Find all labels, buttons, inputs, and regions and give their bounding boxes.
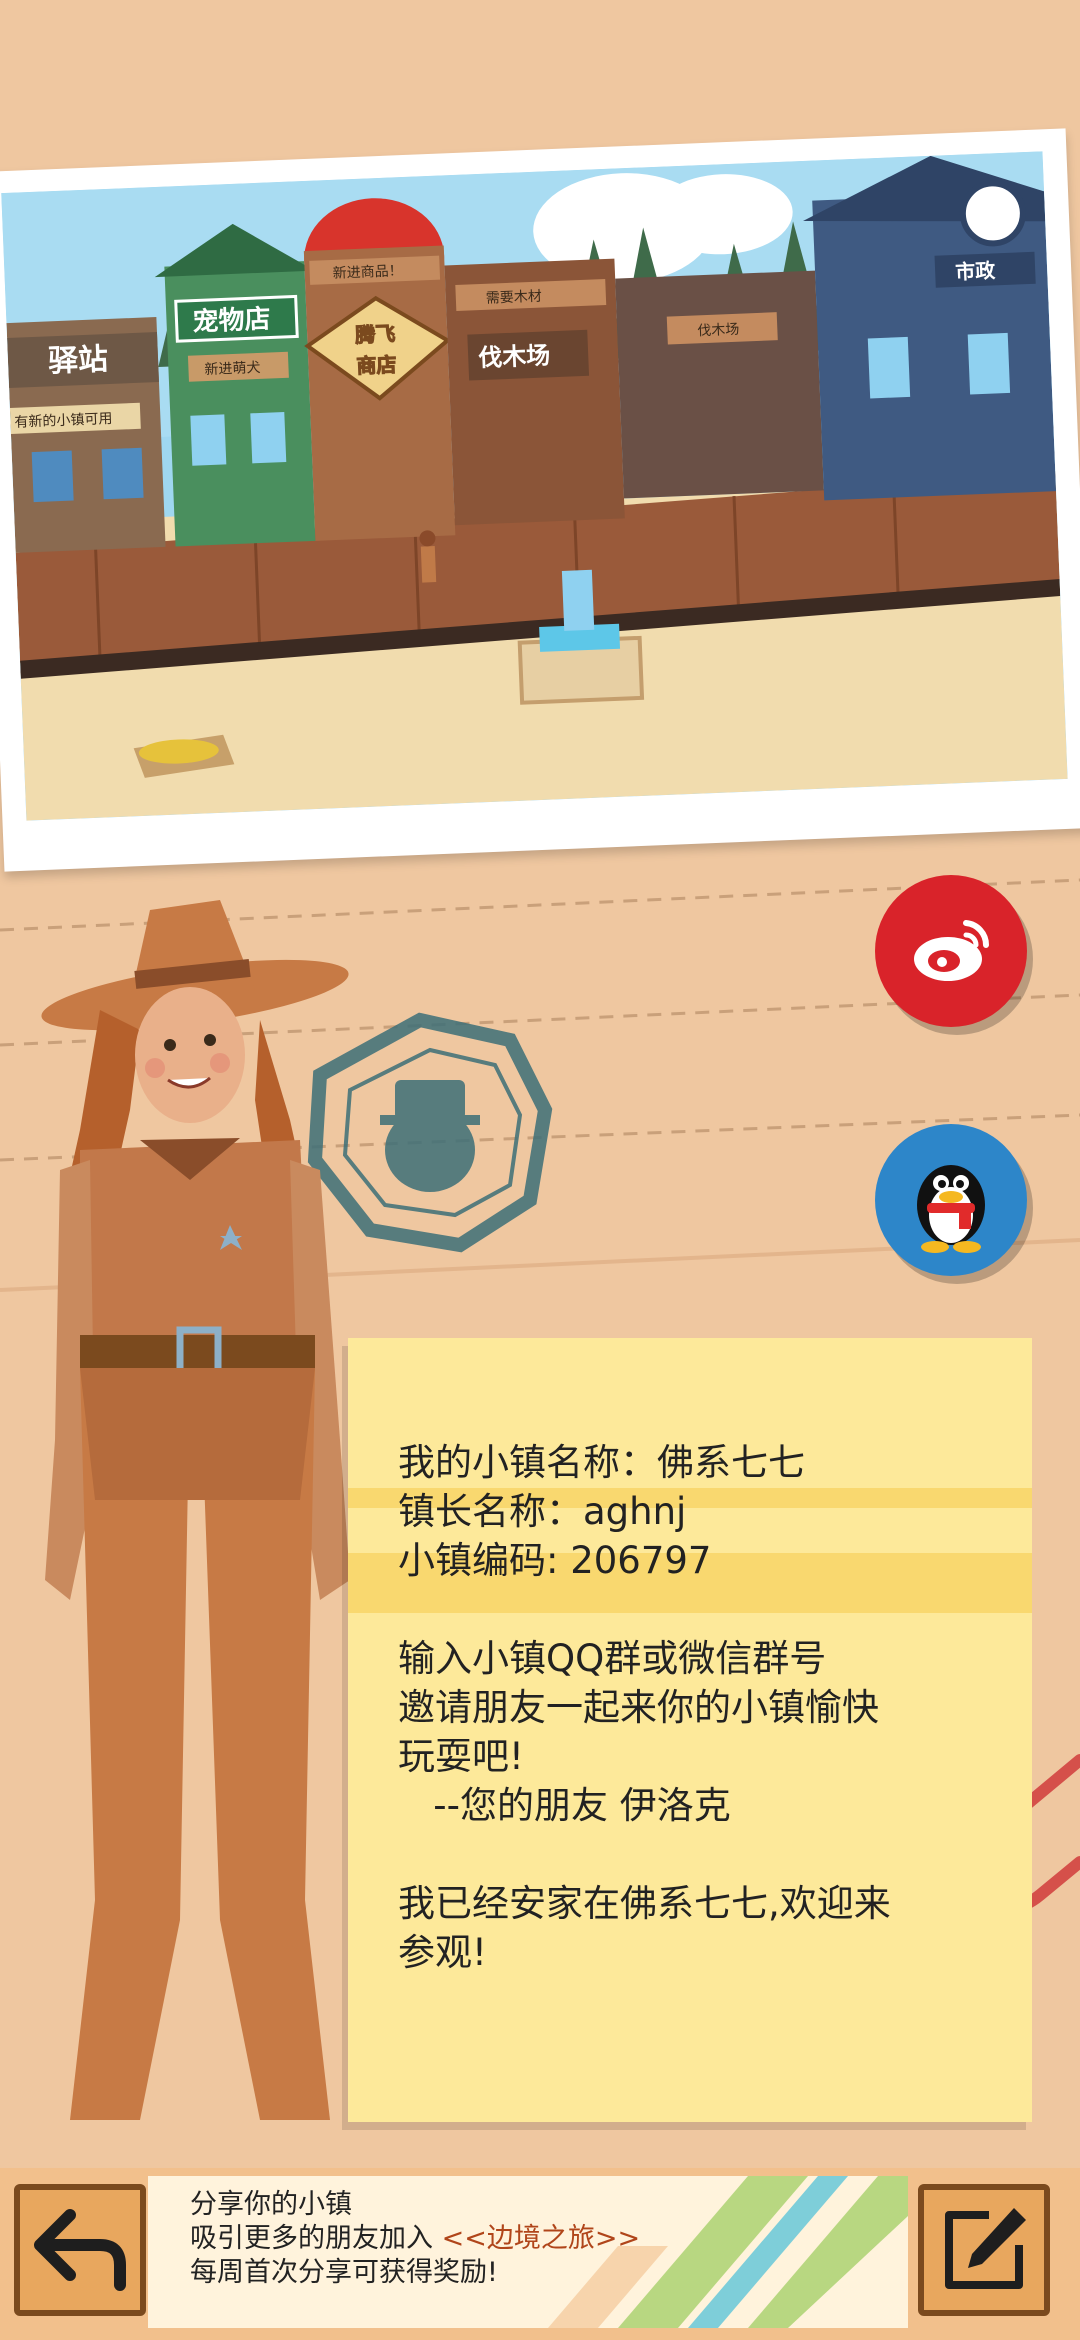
qq-penguin-icon bbox=[917, 1165, 985, 1253]
settled-line-1: 我已经安家在佛系七七,欢迎来 bbox=[398, 1882, 891, 1925]
signature-line: --您的朋友 伊洛克 bbox=[398, 1784, 731, 1827]
share-info-panel: 分享你的小镇 吸引更多的朋友加入 <<边境之旅>> 每周首次分享可获得奖励! bbox=[148, 2176, 908, 2328]
back-arrow-icon bbox=[34, 2209, 126, 2291]
town-hall-sign: 市政 bbox=[955, 258, 997, 284]
lumber-top-sign: 需要木材 bbox=[486, 289, 543, 307]
back-button[interactable] bbox=[14, 2184, 146, 2316]
town-screenshot-photo: 驿站 有新的小镇可用 宠物店 新进萌犬 新进商品！ 腾飞 商店 需要木材 伐木场… bbox=[0, 128, 1080, 872]
edit-button[interactable] bbox=[918, 2184, 1050, 2316]
attract-line: 吸引更多的朋友加入 <<边境之旅>> bbox=[190, 2222, 640, 2256]
shop-top-sign: 新进商品！ bbox=[332, 263, 403, 282]
invite-line-1: 输入小镇QQ群或微信群号 bbox=[398, 1637, 827, 1680]
shop-sign-line1: 腾飞 bbox=[355, 321, 396, 347]
game-name: <<边境之旅>> bbox=[441, 2223, 641, 2254]
invite-line-2: 邀请朋友一起来你的小镇愉快 bbox=[398, 1686, 879, 1729]
town-name-line: 我的小镇名称：佛系七七 bbox=[398, 1441, 805, 1484]
invite-line-3: 玩耍吧! bbox=[398, 1735, 524, 1778]
invite-note: 我的小镇名称：佛系七七 镇长名称：aghnj 小镇编码: 206797 输入小镇… bbox=[348, 1338, 1032, 2122]
edit-pen-icon bbox=[945, 2208, 1026, 2289]
lumber-yard-sign: 伐木场 bbox=[478, 341, 551, 372]
town-code-line: 小镇编码: 206797 bbox=[398, 1539, 712, 1582]
pet-shop-sub-sign: 新进萌犬 bbox=[204, 360, 261, 378]
pet-shop-sign: 宠物店 bbox=[192, 303, 271, 337]
share-title: 分享你的小镇 bbox=[190, 2189, 352, 2220]
mayor-name-line: 镇长名称：aghnj bbox=[398, 1490, 687, 1533]
share-text: 分享你的小镇 吸引更多的朋友加入 <<边境之旅>> 每周首次分享可获得奖励! bbox=[190, 2188, 640, 2290]
share-qq-button[interactable] bbox=[875, 1124, 1027, 1276]
attract-prefix: 吸引更多的朋友加入 bbox=[190, 2223, 442, 2254]
settled-line-2: 参观! bbox=[398, 1931, 487, 1974]
logging-board-sign: 伐木场 bbox=[697, 322, 740, 340]
share-weibo-button[interactable] bbox=[875, 875, 1027, 1027]
town-scene: 驿站 有新的小镇可用 宠物店 新进萌犬 新进商品！ 腾飞 商店 需要木材 伐木场… bbox=[1, 151, 1068, 821]
cowgirl-character bbox=[41, 900, 350, 2120]
town-scene-illustration: 驿站 有新的小镇可用 宠物店 新进萌犬 新进商品！ 腾飞 商店 需要木材 伐木场… bbox=[1, 151, 1068, 821]
shop-sign-line2: 商店 bbox=[356, 352, 397, 378]
weekly-reward-line: 每周首次分享可获得奖励! bbox=[190, 2257, 498, 2288]
weibo-icon bbox=[914, 920, 990, 981]
inn-sign: 驿站 bbox=[47, 342, 108, 379]
note-text: 我的小镇名称：佛系七七 镇长名称：aghnj 小镇编码: 206797 输入小镇… bbox=[398, 1438, 1018, 1977]
